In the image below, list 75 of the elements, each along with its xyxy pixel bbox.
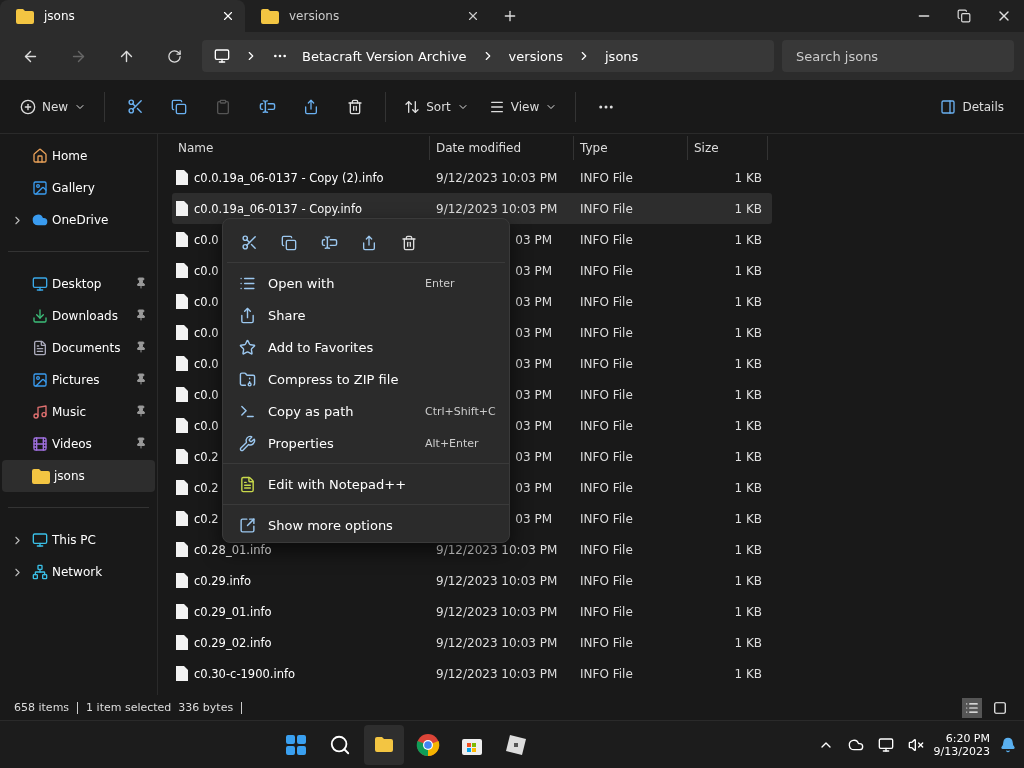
type-cell: INFO File: [580, 356, 633, 371]
type-cell: INFO File: [580, 170, 633, 185]
date-cell: 03 PM: [515, 449, 552, 464]
type-cell: INFO File: [580, 232, 633, 247]
date-cell: 03 PM: [515, 294, 552, 309]
size-cell: 1 KB: [734, 604, 762, 619]
date-cell: 03 PM: [515, 356, 552, 371]
size-cell: 1 KB: [734, 666, 762, 681]
file-name: c0.30-c-1900.info: [194, 666, 296, 681]
type-cell: INFO File: [580, 294, 633, 309]
date-cell: 9/12/2023 10:03 PM: [436, 604, 558, 619]
file-name: c0.29.info: [194, 573, 252, 588]
date-cell: 9/12/2023 10:03 PM: [436, 666, 558, 681]
size-cell: 1 KB: [734, 418, 762, 433]
type-cell: INFO File: [580, 666, 633, 681]
size-cell: 1 KB: [734, 511, 762, 526]
file-name: c0.2: [194, 449, 219, 464]
size-cell: 1 KB: [734, 170, 762, 185]
date-cell: 9/12/2023 10:03 PM: [436, 542, 558, 557]
date-cell: 03 PM: [515, 232, 552, 247]
type-cell: INFO File: [580, 325, 633, 340]
file-name: c0.2: [194, 480, 219, 495]
date-cell: 9/12/2023 10:03 PM: [436, 573, 558, 588]
file-name: c0.0.19a_06-0137 - Copy.info: [194, 201, 362, 216]
size-cell: 1 KB: [734, 294, 762, 309]
file-name: c0.0: [194, 294, 219, 309]
type-cell: INFO File: [580, 201, 633, 216]
file-name: c0.29_01.info: [194, 604, 272, 619]
size-cell: 1 KB: [734, 263, 762, 278]
file-name: c0.29_02.info: [194, 635, 272, 650]
size-cell: 1 KB: [734, 387, 762, 402]
date-cell: 9/12/2023 10:03 PM: [436, 170, 558, 185]
shortcut-text: Ctrl+Shift+C: [425, 404, 493, 418]
file-name: c0.0.19a_06-0137 - Copy (2).info: [194, 170, 384, 185]
type-cell: INFO File: [580, 418, 633, 433]
file-name: c0.0: [194, 325, 219, 340]
file-name: c0.0: [194, 418, 219, 433]
date-cell: 03 PM: [515, 511, 552, 526]
file-name: c0.28_01.info: [194, 542, 272, 557]
size-cell: 1 KB: [734, 480, 762, 495]
type-cell: INFO File: [580, 480, 633, 495]
date-cell: 03 PM: [515, 480, 552, 495]
type-cell: INFO File: [580, 542, 633, 557]
date-cell: 03 PM: [515, 418, 552, 433]
size-cell: 1 KB: [734, 635, 762, 650]
type-cell: INFO File: [580, 263, 633, 278]
file-name: c0.0: [194, 387, 219, 402]
date-cell: 03 PM: [515, 387, 552, 402]
file-name: c0.0: [194, 263, 219, 278]
size-cell: 1 KB: [734, 573, 762, 588]
clock-time: 6:20 PM: [945, 731, 990, 745]
selection-info: 1 item selected 336 bytes: [86, 701, 234, 714]
shortcut-text: Enter: [425, 276, 456, 290]
file-name: c0.0: [194, 232, 219, 247]
size-cell: 1 KB: [734, 232, 762, 247]
date-cell: 03 PM: [515, 325, 552, 340]
type-cell: INFO File: [580, 604, 633, 619]
size-cell: 1 KB: [734, 325, 762, 340]
type-cell: INFO File: [580, 511, 633, 526]
size-cell: 1 KB: [734, 449, 762, 464]
type-cell: INFO File: [580, 635, 633, 650]
clock-date: 9/13/2023: [933, 744, 990, 758]
date-cell: 03 PM: [515, 263, 552, 278]
size-cell: 1 KB: [734, 356, 762, 371]
date-cell: 9/12/2023 10:03 PM: [436, 635, 558, 650]
size-cell: 1 KB: [734, 542, 762, 557]
shortcut-text: Alt+Enter: [425, 436, 480, 450]
item-count: 658 items: [14, 701, 70, 714]
type-cell: INFO File: [580, 449, 633, 464]
date-cell: 9/12/2023 10:03 PM: [436, 201, 558, 216]
type-cell: INFO File: [580, 573, 633, 588]
type-cell: INFO File: [580, 387, 633, 402]
file-name: c0.2: [194, 511, 219, 526]
file-name: c0.0: [194, 356, 219, 371]
size-cell: 1 KB: [734, 201, 762, 216]
